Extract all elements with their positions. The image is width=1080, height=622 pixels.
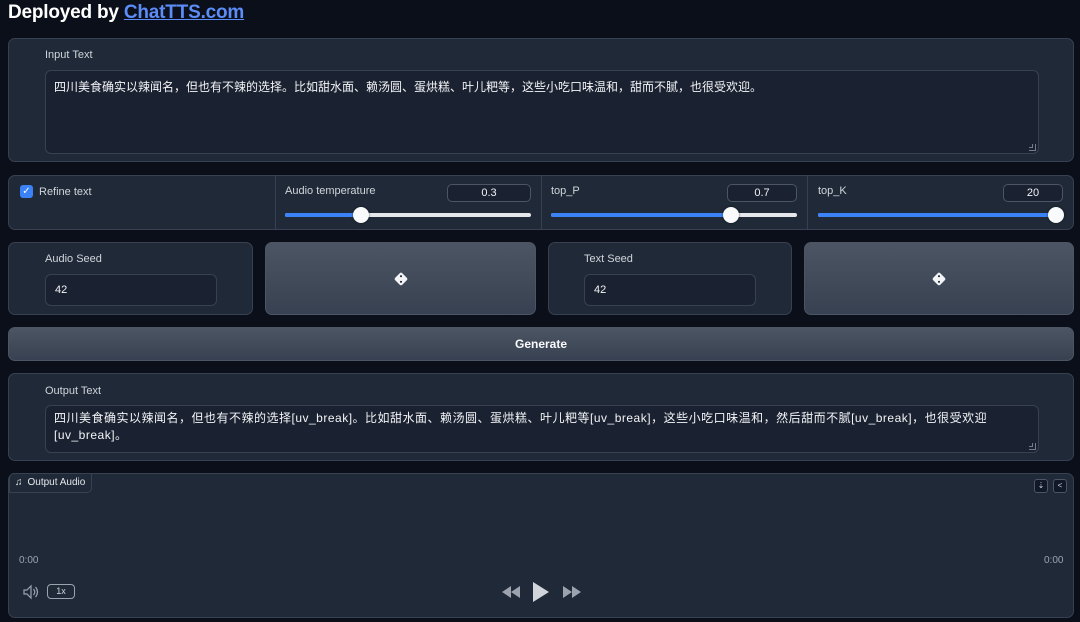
share-button[interactable]: < <box>1053 479 1067 493</box>
duration-time: 0:00 <box>1044 555 1064 566</box>
page-title: Deployed by ChatTTS.com <box>8 2 244 24</box>
app-page: Deployed by ChatTTS.com Input Text 四川美食确… <box>0 0 1080 622</box>
slider-fill <box>285 213 362 217</box>
divider <box>541 176 542 230</box>
download-button[interactable]: ⇣ <box>1034 479 1048 493</box>
top-k-slider[interactable] <box>818 207 1064 223</box>
top-k-label: top_K <box>818 185 847 197</box>
slider-fill <box>551 213 731 217</box>
audio-temperature-input[interactable]: 0.3 <box>447 184 531 202</box>
playback-rate-button[interactable]: 1x <box>47 584 75 599</box>
resize-handle-icon[interactable] <box>1029 144 1036 151</box>
divider <box>807 176 808 230</box>
text-seed-label: Text Seed <box>584 253 633 265</box>
audio-temperature-label: Audio temperature <box>285 185 376 197</box>
output-text-block: Output Text 四川美食确实以辣闻名，但也有不辣的选择[uv_break… <box>8 373 1074 461</box>
generate-button[interactable]: Generate <box>8 327 1074 361</box>
slider-fill <box>818 213 1056 217</box>
slider-thumb[interactable] <box>353 207 370 223</box>
music-note-icon: ♫ <box>15 477 23 488</box>
share-icon: < <box>1057 481 1063 490</box>
play-icon[interactable] <box>531 580 551 604</box>
top-k-input[interactable]: 20 <box>1003 184 1063 202</box>
audio-temperature-slider[interactable] <box>285 207 531 223</box>
fast-forward-icon[interactable] <box>562 585 582 599</box>
refine-text-label: Refine text <box>39 186 92 198</box>
slider-thumb[interactable] <box>1048 207 1064 223</box>
input-text-label: Input Text <box>45 49 93 61</box>
dice-icon <box>393 271 408 286</box>
output-text-value: 四川美食确实以辣闻名，但也有不辣的选择[uv_break]。比如甜水面、赖汤圆、… <box>54 411 988 442</box>
audio-seed-label: Audio Seed <box>45 253 102 265</box>
input-text-value: 四川美食确实以辣闻名，但也有不辣的选择。比如甜水面、赖汤圆、蛋烘糕、叶儿粑等，这… <box>54 80 763 94</box>
output-textarea[interactable]: 四川美食确实以辣闻名，但也有不辣的选择[uv_break]。比如甜水面、赖汤圆、… <box>45 405 1039 453</box>
download-icon: ⇣ <box>1037 481 1045 490</box>
audio-seed-input[interactable]: 42 <box>45 274 217 306</box>
top-p-input[interactable]: 0.7 <box>727 184 797 202</box>
rewind-icon[interactable] <box>501 585 521 599</box>
text-seed-block: Text Seed 42 <box>548 242 792 315</box>
title-prefix: Deployed by <box>8 2 124 23</box>
input-textarea[interactable]: 四川美食确实以辣闻名，但也有不辣的选择。比如甜水面、赖汤圆、蛋烘糕、叶儿粑等，这… <box>45 70 1039 154</box>
output-audio-label: Output Audio <box>27 477 86 488</box>
resize-handle-icon[interactable] <box>1029 443 1036 450</box>
text-seed-dice-button[interactable] <box>804 242 1074 315</box>
refine-text-checkbox[interactable]: ✓ <box>20 185 33 198</box>
audio-seed-dice-button[interactable] <box>265 242 536 315</box>
top-p-slider[interactable] <box>551 207 797 223</box>
settings-row: ✓ Refine text Audio temperature 0.3 top_… <box>8 175 1074 230</box>
volume-icon[interactable] <box>22 584 40 600</box>
slider-thumb[interactable] <box>722 207 739 223</box>
divider <box>275 176 276 230</box>
dice-icon <box>931 271 947 286</box>
top-p-label: top_P <box>551 185 580 197</box>
output-text-label: Output Text <box>45 385 102 397</box>
input-text-block: Input Text 四川美食确实以辣闻名，但也有不辣的选择。比如甜水面、赖汤圆… <box>8 38 1074 162</box>
chattts-link[interactable]: ChatTTS.com <box>124 2 244 23</box>
output-audio-tag: ♫ Output Audio <box>9 473 93 493</box>
text-seed-input[interactable]: 42 <box>584 274 756 306</box>
audio-seed-block: Audio Seed 42 <box>8 242 253 315</box>
current-time: 0:00 <box>19 555 39 566</box>
checkmark-icon: ✓ <box>22 186 31 197</box>
